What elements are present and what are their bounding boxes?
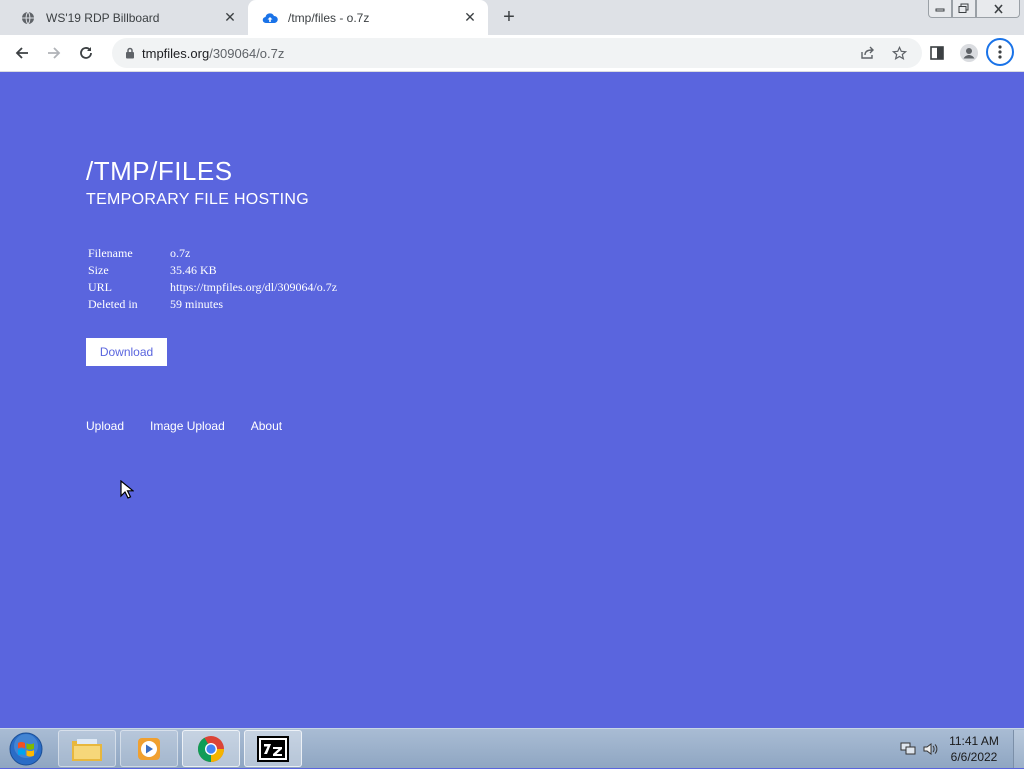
share-icon[interactable] (852, 38, 882, 68)
image-upload-link[interactable]: Image Upload (150, 419, 225, 433)
profile-icon (960, 44, 978, 62)
close-icon[interactable]: ✕ (460, 8, 480, 28)
file-info-row: Filename o.7z (88, 245, 337, 262)
download-button[interactable]: Download (86, 338, 167, 366)
tab-title: WS'19 RDP Billboard (46, 10, 160, 25)
volume-icon[interactable] (919, 742, 941, 756)
taskbar-chrome[interactable] (182, 730, 240, 767)
address-url[interactable]: tmpfiles.org/309064/o.7z (142, 46, 284, 61)
chrome-icon (197, 735, 224, 762)
menu-button[interactable] (986, 38, 1014, 66)
taskbar-explorer[interactable] (58, 730, 116, 767)
info-value: o.7z (170, 246, 191, 260)
reload-button[interactable] (70, 37, 102, 69)
mouse-cursor-icon (120, 480, 134, 499)
media-player-icon (138, 737, 160, 760)
tab-tmpfiles[interactable]: /tmp/files - o.7z ✕ (248, 0, 488, 35)
clock-date: 6/6/2022 (950, 750, 998, 764)
lock-icon[interactable] (120, 47, 140, 59)
info-label: Size (88, 263, 109, 277)
page-content: /TMP/FILES TEMPORARY FILE HOSTING Filena… (0, 72, 1024, 728)
page-title: /TMP/FILES (86, 156, 233, 186)
file-info-table: Filename o.7z Size 35.46 KB URL https://… (88, 245, 337, 313)
file-info-row: Size 35.46 KB (88, 262, 337, 279)
globe-icon (20, 10, 36, 26)
taskbar: 11:41 AM 6/6/2022 (0, 728, 1024, 768)
arrow-left-icon (15, 47, 28, 59)
new-tab-button[interactable]: + (498, 6, 520, 28)
side-panel-button[interactable] (921, 37, 953, 69)
minimize-button[interactable] (928, 0, 952, 18)
url-domain: tmpfiles.org (142, 45, 210, 61)
info-value: 59 minutes (170, 297, 223, 311)
taskbar-7zip[interactable] (244, 730, 302, 767)
page-subtitle: TEMPORARY FILE HOSTING (86, 191, 309, 208)
browser-toolbar: tmpfiles.org/309064/o.7z (0, 35, 1024, 72)
info-value: 35.46 KB (170, 263, 217, 277)
system-tray: 11:41 AM 6/6/2022 (897, 729, 1024, 769)
tab-title: /tmp/files - o.7z (288, 10, 370, 25)
url-path: /309064/o.7z (209, 45, 285, 61)
file-info-row: URL https://tmpfiles.org/dl/309064/o.7z (88, 279, 337, 296)
cloud-upload-icon (262, 10, 278, 26)
footer-nav: Upload Image Upload About (86, 419, 308, 433)
info-value: https://tmpfiles.org/dl/309064/o.7z (170, 280, 338, 294)
arrow-right-icon (48, 47, 61, 59)
restore-button[interactable] (952, 0, 976, 18)
side-panel-icon (930, 46, 944, 60)
kebab-menu-icon (998, 45, 1002, 59)
reload-icon (80, 47, 92, 59)
file-info-row: Deleted in 59 minutes (88, 296, 337, 313)
taskbar-media-player[interactable] (120, 730, 178, 767)
7zip-icon (257, 735, 289, 762)
info-label: Deleted in (88, 297, 138, 311)
tab-rdp-billboard[interactable]: WS'19 RDP Billboard ✕ (0, 0, 248, 35)
back-button[interactable] (6, 37, 38, 69)
tab-strip: WS'19 RDP Billboard ✕ /tmp/files - o.7z … (0, 0, 1024, 35)
upload-link[interactable]: Upload (86, 419, 124, 433)
info-label: URL (88, 280, 112, 294)
folder-icon (72, 738, 102, 761)
clock[interactable]: 11:41 AM 6/6/2022 (941, 733, 1007, 765)
close-icon[interactable]: ✕ (220, 8, 240, 28)
bookmark-star-icon[interactable] (884, 38, 914, 68)
info-label: Filename (88, 246, 133, 260)
show-desktop-button[interactable] (1013, 730, 1024, 768)
network-icon[interactable] (897, 742, 919, 756)
start-button[interactable] (6, 730, 46, 768)
address-bar[interactable]: tmpfiles.org/309064/o.7z (112, 38, 922, 68)
profile-button[interactable] (953, 37, 985, 69)
forward-button[interactable] (38, 37, 70, 69)
clock-time: 11:41 AM (949, 734, 999, 748)
windows-start-icon (9, 732, 43, 766)
about-link[interactable]: About (251, 419, 282, 433)
window-close-button[interactable] (976, 0, 1020, 18)
